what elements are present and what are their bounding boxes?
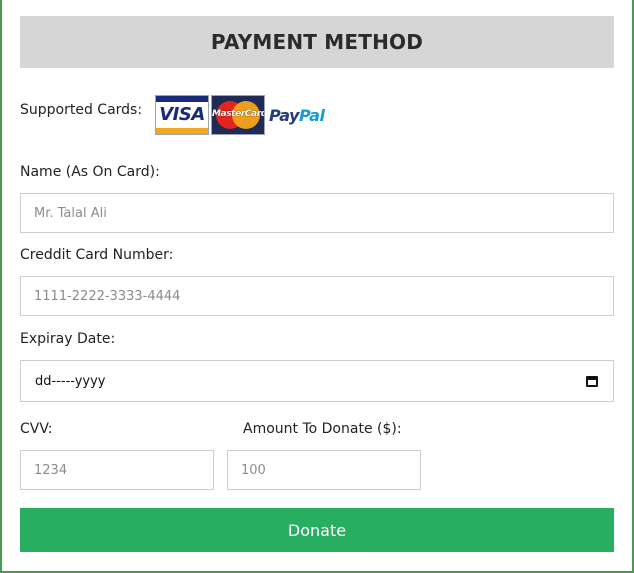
calendar-icon[interactable]: [585, 374, 599, 388]
amount-label: Amount To Donate ($):: [243, 421, 402, 437]
expiry-date-value: dd-----yyyy: [35, 373, 106, 389]
paypal-text-pay: Pay: [269, 105, 299, 125]
name-input[interactable]: [20, 193, 614, 233]
mastercard-icon: MasterCard: [211, 95, 265, 135]
visa-card-icon: VISA: [155, 95, 209, 135]
name-label: Name (As On Card):: [20, 164, 160, 180]
donate-button[interactable]: Donate: [20, 508, 614, 552]
amount-input[interactable]: [227, 450, 421, 490]
cvv-label: CVV:: [20, 421, 53, 437]
visa-card-text: VISA: [159, 104, 205, 125]
cvv-input[interactable]: [20, 450, 214, 490]
card-number-input[interactable]: [20, 276, 614, 316]
header-bar: PAYMENT METHOD: [20, 16, 614, 68]
expiry-date-input[interactable]: dd-----yyyy: [20, 360, 614, 402]
page-title: PAYMENT METHOD: [210, 30, 424, 54]
paypal-text-pal: Pal: [298, 105, 325, 125]
paypal-icon: Pay Pal: [267, 95, 325, 135]
expiry-label: Expiray Date:: [20, 331, 116, 347]
card-number-label: Creddit Card Number:: [20, 247, 174, 263]
mastercard-text: MasterCard: [212, 109, 265, 119]
supported-cards-label: Supported Cards:: [20, 102, 143, 118]
supported-cards: VISA MasterCard Pay Pal: [155, 95, 325, 135]
